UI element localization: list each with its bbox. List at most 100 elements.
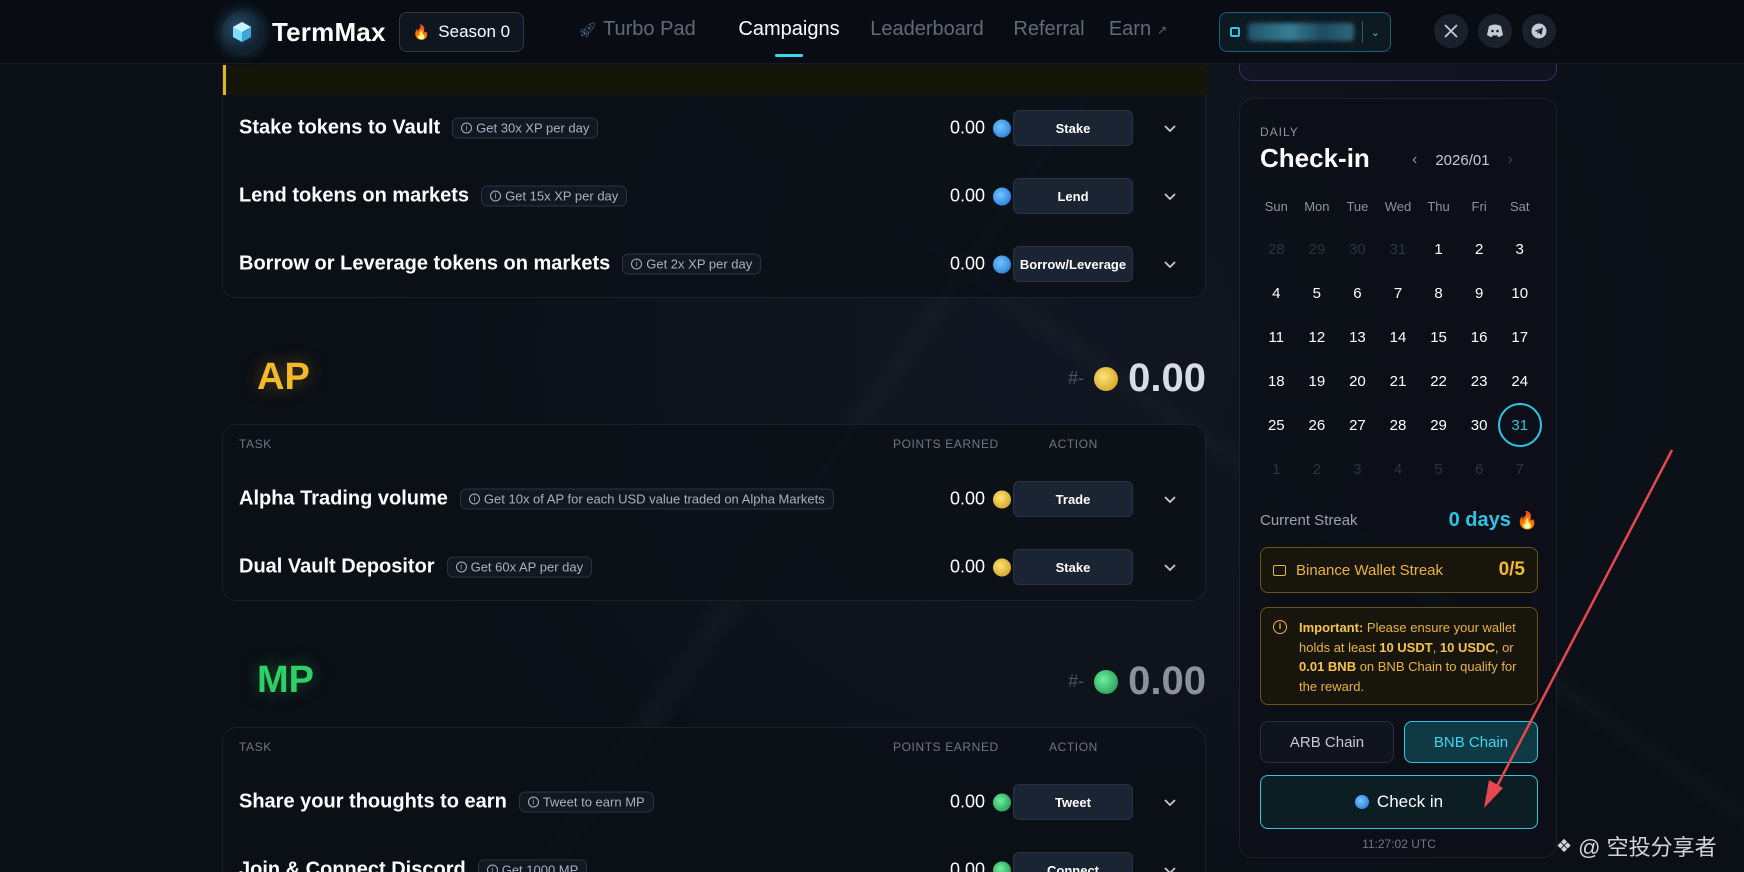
calendar-day[interactable]: 21 [1378, 359, 1419, 403]
calendar-day-number: 20 [1349, 372, 1366, 390]
arb-chain-button[interactable]: ARB Chain [1260, 721, 1394, 763]
calendar-day[interactable]: 27 [1337, 403, 1378, 447]
calendar-day-number: 3 [1515, 240, 1524, 258]
calendar-day-number: 5 [1434, 460, 1443, 478]
lend-button[interactable]: Lend [1013, 178, 1133, 214]
binance-streak-label: Binance Wallet Streak [1296, 561, 1444, 579]
calendar-day-number: 2 [1474, 240, 1484, 258]
calendar-day[interactable]: 13 [1337, 315, 1378, 359]
bnb-chain-button[interactable]: BNB Chain [1404, 721, 1538, 763]
chevron-down-icon[interactable] [1163, 121, 1177, 135]
calendar-day[interactable]: 7 [1378, 271, 1419, 315]
header-action: ACTION [1049, 740, 1098, 754]
task-title: Join & Connect Discord i Get 1000 MP [239, 859, 588, 872]
current-streak: Current Streak 0 days 🔥 [1260, 509, 1538, 532]
calendar-day[interactable]: 17 [1499, 315, 1540, 359]
calendar-day[interactable]: 9 [1459, 271, 1500, 315]
calendar-day[interactable]: 11 [1256, 315, 1297, 359]
calendar-day[interactable]: 25 [1256, 403, 1297, 447]
points-value: 0.00 [949, 185, 985, 206]
check-in-button[interactable]: Check in [1260, 775, 1538, 829]
calendar-day[interactable]: 2 [1459, 227, 1500, 271]
calendar-day[interactable]: 23 [1459, 359, 1500, 403]
calendar-day-number: 9 [1474, 284, 1484, 302]
nav-campaigns-label: Campaigns [738, 18, 840, 40]
calendar-day-number: 19 [1308, 372, 1326, 390]
calendar-day-number: 3 [1353, 460, 1362, 478]
notice-text: , [1432, 639, 1440, 655]
calendar-day[interactable]: 14 [1378, 315, 1419, 359]
chevron-down-icon[interactable] [1163, 560, 1177, 574]
calendar-day-number: 5 [1312, 284, 1322, 302]
task-title-text: Share your thoughts to earn [239, 790, 507, 813]
calendar-day[interactable]: 10 [1499, 271, 1540, 315]
calendar-day-number: 4 [1272, 284, 1281, 302]
calendar-day[interactable]: 26 [1297, 403, 1338, 447]
chevron-down-icon[interactable] [1163, 492, 1177, 506]
task-title-text: Lend tokens on markets [239, 184, 470, 207]
calendar-day-today[interactable]: 31 [1499, 403, 1540, 447]
calendar-day[interactable]: 4 [1256, 271, 1297, 315]
borrow-leverage-button[interactable]: Borrow/Leverage [1013, 246, 1133, 282]
ap-section-title: AP [257, 356, 310, 398]
nav-campaigns[interactable]: Campaigns [724, 18, 854, 41]
calendar-day[interactable]: 5 [1297, 271, 1338, 315]
x-icon[interactable] [1434, 14, 1468, 48]
nav-leaderboard[interactable]: Leaderboard [854, 18, 1000, 41]
chevron-left-icon[interactable]: ‹ [1412, 151, 1417, 169]
chevron-down-icon[interactable] [1163, 189, 1177, 203]
calendar-day[interactable]: 18 [1256, 359, 1297, 403]
calendar-day-number: 24 [1511, 372, 1529, 390]
calendar-day-number: 29 [1430, 416, 1447, 434]
header-action: ACTION [1049, 437, 1098, 451]
chevron-down-icon[interactable] [1163, 863, 1177, 872]
check-in-label: Check in [1376, 792, 1444, 811]
calendar-day[interactable]: 19 [1297, 359, 1338, 403]
weekday-label: Sun [1264, 199, 1288, 214]
calendar-day[interactable]: 1 [1418, 227, 1459, 271]
calendar-day-number: 6 [1353, 284, 1362, 302]
wallet-icon [1230, 27, 1240, 37]
calendar-day[interactable]: 24 [1499, 359, 1540, 403]
calendar-day[interactable]: 20 [1337, 359, 1378, 403]
mp-coin-icon [1094, 669, 1119, 694]
fire-icon: 🔥 [1516, 510, 1538, 530]
logo[interactable]: TermMax [222, 12, 386, 52]
calendar-day[interactable]: 12 [1297, 315, 1338, 359]
rocket-icon: 🚀︎ [578, 21, 598, 39]
trade-button[interactable]: Trade [1013, 481, 1133, 517]
nav-turbo-pad-label: Turbo Pad [603, 18, 696, 40]
season-button[interactable]: 🔥 Season 0 [399, 12, 524, 52]
stake-button[interactable]: Stake [1013, 549, 1133, 585]
discord-icon[interactable] [1478, 14, 1512, 48]
info-icon: i [631, 258, 643, 270]
connect-button[interactable]: Connect [1013, 852, 1133, 872]
nav-earn[interactable]: Earn ↗ [1098, 18, 1178, 41]
calendar-day[interactable]: 29 [1418, 403, 1459, 447]
telegram-icon[interactable] [1522, 14, 1556, 48]
nav-referral[interactable]: Referral [1000, 18, 1098, 41]
chevron-right-icon[interactable]: › [1508, 151, 1513, 169]
chevron-down-icon: ⌄ [1370, 26, 1380, 39]
calendar-day[interactable]: 22 [1418, 359, 1459, 403]
calendar-day[interactable]: 8 [1418, 271, 1459, 315]
calendar-day[interactable]: 30 [1459, 403, 1500, 447]
chevron-down-icon[interactable] [1163, 257, 1177, 271]
stake-button[interactable]: Stake [1013, 110, 1133, 146]
calendar-day-number: 17 [1511, 328, 1529, 346]
points-earned: 0.00 [950, 557, 1011, 578]
calendar-day[interactable]: 6 [1337, 271, 1378, 315]
calendar-days: 28 29 30 31 1 2 3 4 5 6 7 8 9 10 11 12 13 14 15 16 17 18 19 20 2… [1256, 227, 1540, 491]
header-task: TASK [239, 437, 272, 451]
chevron-down-icon[interactable] [1163, 795, 1177, 809]
calendar-day-number: 22 [1430, 372, 1447, 390]
calendar-day-number: 15 [1430, 328, 1447, 346]
wallet-button[interactable]: ⌄ [1219, 12, 1391, 52]
calendar-day[interactable]: 3 [1499, 227, 1540, 271]
ap-section-total: #- 0.00 [1068, 356, 1206, 401]
calendar-day[interactable]: 16 [1459, 315, 1500, 359]
nav-turbo-pad[interactable]: 🚀︎ Turbo Pad [578, 18, 724, 41]
calendar-day[interactable]: 28 [1378, 403, 1419, 447]
tweet-button[interactable]: Tweet [1013, 784, 1133, 820]
calendar-day[interactable]: 15 [1418, 315, 1459, 359]
